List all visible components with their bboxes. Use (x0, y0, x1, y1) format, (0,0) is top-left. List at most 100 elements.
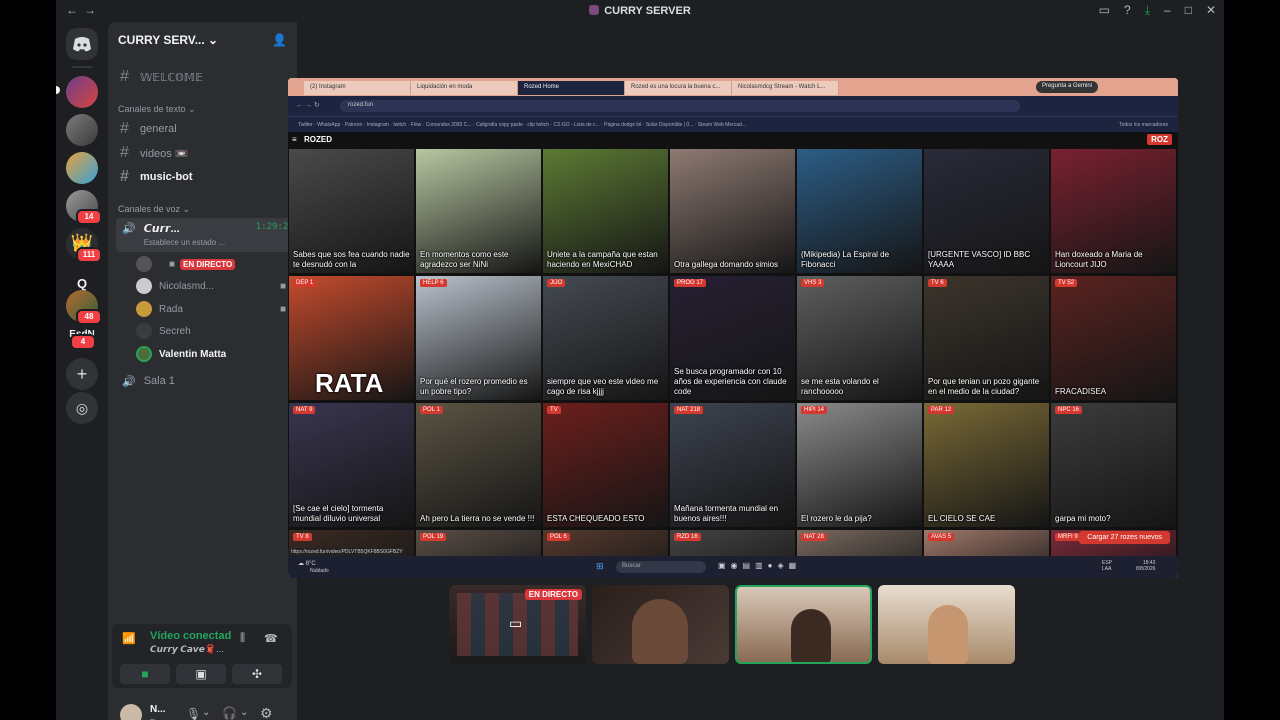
channel-general[interactable]: # general (116, 118, 288, 140)
url-field[interactable]: rozed.fun (340, 100, 1020, 112)
voice-channel-curry[interactable]: 🔊 𝘾𝙪𝙧𝙧... 1:29:21 Establece un estado ... (116, 218, 294, 252)
video-tile[interactable]: [URGENTE VASCO] ID BBC YAAAA (924, 149, 1049, 273)
bookmark[interactable]: CS:GO - Lista de c... (554, 122, 600, 128)
video-tile[interactable]: (Mikipedia) La Espiral de Fibonacci (797, 149, 922, 273)
discord-home-icon[interactable] (66, 28, 98, 60)
bookmark[interactable]: twitch (393, 122, 406, 128)
site-logo[interactable]: ROZED (304, 135, 332, 144)
voice-channel-sala[interactable]: 🔊 Sala 1 (116, 370, 294, 392)
load-more-button[interactable]: Cargar 27 rozes nuevos (1079, 531, 1170, 544)
server-icon-1[interactable] (66, 76, 98, 108)
text-category[interactable]: Canales de texto ⌄ (118, 104, 196, 115)
channel-welcome[interactable]: # 𝕎𝔼𝕃ℂ𝕆𝕄𝔼 (116, 66, 288, 88)
participant-video-tile[interactable] (592, 585, 729, 664)
participant-video-tile[interactable] (878, 585, 1015, 664)
signal-icon[interactable]: 📶 (122, 632, 136, 645)
inbox-icon[interactable]: ▭ (1099, 3, 1110, 18)
video-tile[interactable]: Otra gallega domando simios (670, 149, 795, 273)
video-tile[interactable]: DEP 1 RATA (289, 276, 414, 400)
weather-icon[interactable]: ☁ 8°C (298, 560, 316, 567)
video-tile[interactable]: TV 6 Por que tenian un pozo gigante en el… (924, 276, 1049, 400)
bookmark[interactable]: Instagram (367, 122, 389, 128)
chevron-down-icon[interactable]: ⌄ (202, 707, 210, 718)
video-tile[interactable]: PAR 12 EL CIELO SE CAE (924, 403, 1049, 527)
server-header[interactable]: CURRY SERV... ⌄ 👤 (108, 22, 297, 58)
video-tile[interactable]: HELP 6 Por qué el rozero promedio es un p… (416, 276, 541, 400)
video-tile[interactable]: POL 1 Ah pero La tierra no se vende !!! (416, 403, 541, 527)
disconnect-icon[interactable]: ☎ (264, 632, 278, 645)
bookmark[interactable]: Página dodge lol (604, 122, 641, 128)
close-icon[interactable]: ✕ (1206, 3, 1216, 18)
avatar[interactable] (120, 704, 142, 720)
channel-videos[interactable]: # videos 📼 (116, 142, 288, 164)
taskbar-search[interactable]: Buscar (616, 561, 706, 573)
browser-tab-active[interactable]: Rozed Home (518, 81, 625, 95)
headphones-icon[interactable]: 🎧 (222, 706, 237, 720)
screen-share-button[interactable]: ▣ (176, 664, 226, 684)
video-tile[interactable]: Uniete a la campaña que estan haciendo e… (543, 149, 668, 273)
video-tile[interactable]: VHS 3 se me esta volando el ranchooooo (797, 276, 922, 400)
add-server-icon[interactable]: + (66, 358, 98, 390)
bookmark[interactable]: Steam Web Mercad... (698, 122, 746, 128)
browser-tab[interactable]: (2) Instagram (304, 81, 411, 95)
camera-button[interactable]: ■ (120, 664, 170, 684)
server-icon-3[interactable] (66, 152, 98, 184)
taskbar-app-icons[interactable]: ▣◉▤▥●◈▦ (718, 561, 801, 570)
server-icon-esdn[interactable]: EsdN4 (66, 324, 98, 356)
voice-user-secreh[interactable]: Secreh (136, 321, 286, 341)
video-tile[interactable]: NAT 218 Mañana tormenta mundial en buenos… (670, 403, 795, 527)
bookmark[interactable]: Comandos 2093 C... (426, 122, 472, 128)
shared-screen[interactable]: (2) Instagram Liquidación en moda Rozed … (288, 78, 1178, 578)
tab-menu-icon[interactable] (288, 78, 304, 96)
server-icon-2[interactable] (66, 114, 98, 146)
video-tile[interactable]: PROG 17 Se busca programador con 10 años … (670, 276, 795, 400)
voice-user-streamer[interactable]: ■ EN DIRECTO (136, 254, 286, 274)
channel-music-bot[interactable]: # music-bot (116, 166, 288, 188)
participant-video-tile-speaking[interactable] (735, 585, 872, 664)
help-icon[interactable]: ? (1124, 3, 1131, 18)
minimize-icon[interactable]: – (1164, 3, 1171, 18)
download-icon[interactable]: ⤓ (1145, 3, 1150, 18)
invite-people-icon[interactable]: 👤 (272, 33, 287, 47)
noise-suppression-icon[interactable]: ⫼ (240, 632, 245, 645)
voice-channel-link[interactable]: 𝘾𝙪𝙧𝙧𝙮 𝘾𝙖𝙫𝙚🧣... (150, 644, 224, 655)
voice-user-valentin[interactable]: Valentin Matta (136, 344, 286, 364)
gemini-button[interactable]: Pregunta a Gemini (1035, 81, 1098, 93)
activities-button[interactable]: ✣ (232, 664, 282, 684)
voice-status[interactable]: Establece un estado ... (144, 238, 294, 247)
all-bookmarks[interactable]: Todos los marcadores (1119, 122, 1168, 128)
video-tile[interactable]: NPC 16 garpa mi moto? (1051, 403, 1176, 527)
browser-tab[interactable]: Liquidación en moda (411, 81, 518, 95)
browser-tab[interactable]: Rozed es una locura la buena c... (625, 81, 732, 95)
bookmark[interactable]: Solar Disponible | 0... (646, 122, 693, 128)
video-tile[interactable]: Sabes que sos fea cuando nadie te desnud… (289, 149, 414, 273)
server-icon-4[interactable]: 14 (66, 190, 102, 225)
bookmark[interactable]: Twitter (298, 122, 313, 128)
chevron-down-icon[interactable]: ⌄ (240, 707, 248, 718)
server-icon-7[interactable]: 48 (66, 290, 102, 325)
voice-user-rada[interactable]: Rada ■ (136, 299, 286, 319)
voice-user-nicolas[interactable]: Nicolasmd... ■ (136, 276, 286, 296)
bookmark[interactable]: clip twitch (527, 122, 549, 128)
browser-tab[interactable]: Nicolasmdcg Stream - Watch L... (732, 81, 839, 95)
gear-icon[interactable]: ⚙ (260, 705, 273, 720)
video-tile[interactable]: Han doxeado a Maria de Lioncourt JIJO (1051, 149, 1176, 273)
video-tile[interactable]: En momentos como este agradezco ser NiNi (416, 149, 541, 273)
taskbar-clock[interactable]: 18:43 8/8/2026 (1136, 560, 1155, 572)
video-tile[interactable]: HIPI 14 El rozero le da pija? (797, 403, 922, 527)
voice-category[interactable]: Canales de voz ⌄ (118, 204, 190, 215)
maximize-icon[interactable]: □ (1185, 3, 1192, 18)
input-language[interactable]: ESP LAA (1102, 560, 1112, 572)
nav-arrows-icon[interactable]: ← → ↻ (296, 101, 320, 109)
bookmark[interactable]: Patreon (345, 122, 363, 128)
participant-stream-tile[interactable]: EN DIRECTO ▭ (449, 585, 586, 664)
video-tile[interactable]: TV ESTA CHEQUEADO ESTO (543, 403, 668, 527)
video-tile[interactable]: TV 52 FRACADISEA (1051, 276, 1176, 400)
site-logo-badge[interactable]: ROZ (1147, 134, 1172, 145)
bookmark[interactable]: WhatsApp (317, 122, 340, 128)
video-tile[interactable]: NAT 9 [Se cae el cielo] tormenta mundial … (289, 403, 414, 527)
discover-icon[interactable]: ◎ (66, 392, 98, 424)
video-tile[interactable]: JIJO siempre que veo este video me cago d… (543, 276, 668, 400)
bookmark[interactable]: Flow (411, 122, 422, 128)
bookmark[interactable]: Caligrafía copy paste (476, 122, 523, 128)
